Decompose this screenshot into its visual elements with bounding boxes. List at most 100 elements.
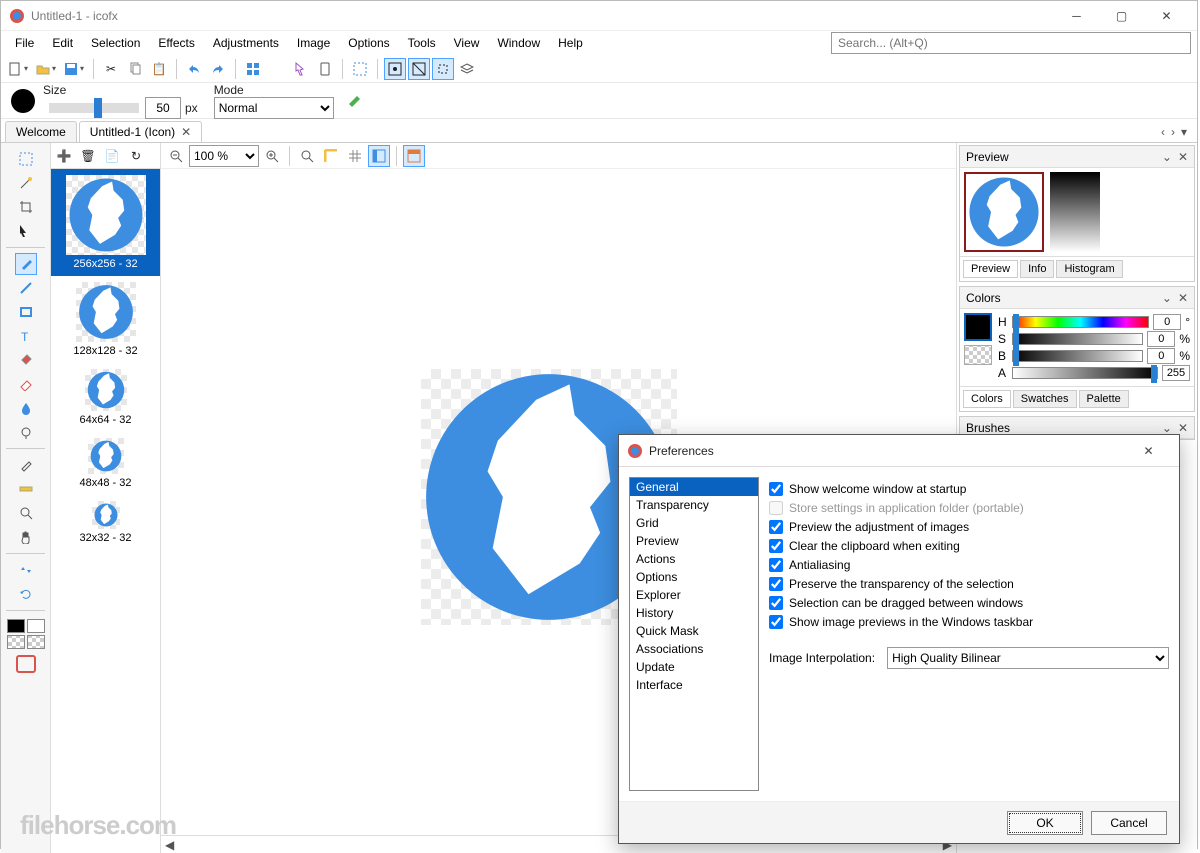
refresh-size-icon[interactable]: ↻ [125, 145, 147, 167]
thumb-item[interactable]: 64x64 - 32 [51, 363, 160, 432]
phone-icon[interactable] [314, 58, 336, 80]
opt-drag-win[interactable]: Selection can be dragged between windows [769, 596, 1169, 610]
tool-text[interactable]: T [15, 325, 37, 347]
panel-collapse-icon[interactable]: ⌄ [1162, 291, 1172, 305]
category-item[interactable]: Associations [630, 640, 758, 658]
alpha-input[interactable] [1162, 365, 1190, 381]
panel-close-icon[interactable]: ✕ [1178, 291, 1188, 305]
menu-view[interactable]: View [446, 34, 488, 52]
category-item[interactable]: Transparency [630, 496, 758, 514]
new-button[interactable] [5, 58, 31, 80]
save-button[interactable] [61, 58, 87, 80]
category-item[interactable]: Options [630, 568, 758, 586]
tool-wand[interactable] [15, 172, 37, 194]
opt-welcome[interactable]: Show welcome window at startup [769, 482, 1169, 496]
ok-button[interactable]: OK [1007, 811, 1083, 835]
thumb-item[interactable]: 32x32 - 32 [51, 495, 160, 550]
opt-preserve-trans[interactable]: Preserve the transparency of the selecti… [769, 577, 1169, 591]
tool-dodge[interactable] [15, 421, 37, 443]
tool-eyedropper[interactable] [15, 454, 37, 476]
layers-icon[interactable] [456, 58, 478, 80]
sat-slider[interactable] [1012, 333, 1143, 345]
opt-preview-adj[interactable]: Preview the adjustment of images [769, 520, 1169, 534]
panel-collapse-icon[interactable]: ⌄ [1162, 150, 1172, 164]
tool-ruler[interactable] [15, 478, 37, 500]
thumb-item[interactable]: 128x128 - 32 [51, 276, 160, 363]
open-button[interactable] [33, 58, 59, 80]
category-item[interactable]: Update [630, 658, 758, 676]
hue-input[interactable] [1153, 314, 1181, 330]
size-slider[interactable] [49, 103, 139, 113]
category-item[interactable]: Preview [630, 532, 758, 550]
cut-button[interactable]: ✂ [100, 58, 122, 80]
mask-icon[interactable] [408, 58, 430, 80]
category-item[interactable]: Explorer [630, 586, 758, 604]
tool-zoom[interactable] [15, 502, 37, 524]
panel-close-icon[interactable]: ✕ [1178, 421, 1188, 435]
cancel-button[interactable]: Cancel [1091, 811, 1167, 835]
category-item[interactable]: Quick Mask [630, 622, 758, 640]
zoom-out-icon[interactable] [165, 145, 187, 167]
thumb-item[interactable]: 256x256 - 32 [51, 169, 160, 276]
redo-button[interactable] [207, 58, 229, 80]
tab-next[interactable]: › [1171, 125, 1175, 139]
tool-marquee[interactable] [15, 148, 37, 170]
tab-document[interactable]: Untitled-1 (Icon)✕ [79, 121, 202, 142]
menu-window[interactable]: Window [489, 34, 548, 52]
maximize-button[interactable]: ▢ [1099, 1, 1144, 31]
panel-collapse-icon[interactable]: ⌄ [1162, 421, 1172, 435]
menu-effects[interactable]: Effects [150, 34, 202, 52]
swatch[interactable] [27, 619, 45, 633]
panel-close-icon[interactable]: ✕ [1178, 150, 1188, 164]
view-mode-2-icon[interactable] [403, 145, 425, 167]
tool-eraser[interactable] [15, 373, 37, 395]
opt-taskbar[interactable]: Show image previews in the Windows taskb… [769, 615, 1169, 629]
subtab-preview[interactable]: Preview [963, 260, 1018, 278]
subtab-swatches[interactable]: Swatches [1013, 390, 1077, 408]
dup-size-icon[interactable]: 📄 [101, 145, 123, 167]
dialog-close-button[interactable]: ✕ [1126, 436, 1171, 466]
subtab-info[interactable]: Info [1020, 260, 1054, 278]
apple-icon[interactable] [266, 58, 288, 80]
tool-fill[interactable] [15, 349, 37, 371]
swatch[interactable] [7, 619, 25, 633]
search-input[interactable] [831, 32, 1191, 54]
tab-welcome[interactable]: Welcome [5, 121, 77, 142]
opt-antialias[interactable]: Antialiasing [769, 558, 1169, 572]
windows-icon[interactable] [242, 58, 264, 80]
tab-menu[interactable]: ▾ [1181, 125, 1187, 139]
menu-selection[interactable]: Selection [83, 34, 148, 52]
view-mode-1-icon[interactable] [368, 145, 390, 167]
category-item[interactable]: Interface [630, 676, 758, 694]
tool-blur[interactable] [15, 397, 37, 419]
foreground-color[interactable] [964, 313, 992, 341]
category-item[interactable]: Grid [630, 514, 758, 532]
ruler-icon[interactable] [320, 145, 342, 167]
alpha-slider[interactable] [1012, 367, 1158, 379]
grid-icon[interactable] [344, 145, 366, 167]
guides-icon[interactable] [432, 58, 454, 80]
tool-rect[interactable] [15, 301, 37, 323]
menu-image[interactable]: Image [289, 34, 338, 52]
add-size-icon[interactable]: ➕ [53, 145, 75, 167]
minimize-button[interactable]: ─ [1054, 1, 1099, 31]
swatch[interactable] [27, 635, 45, 649]
opt-clear-clip[interactable]: Clear the clipboard when exiting [769, 539, 1169, 553]
tool-crop[interactable] [15, 196, 37, 218]
bri-input[interactable] [1147, 348, 1175, 364]
paste-button[interactable]: 📋 [148, 58, 170, 80]
size-input[interactable] [145, 97, 181, 119]
tool-line[interactable] [15, 277, 37, 299]
interp-select[interactable]: High Quality Bilinear [887, 647, 1169, 669]
tool-flip[interactable] [15, 559, 37, 581]
menu-adjustments[interactable]: Adjustments [205, 34, 287, 52]
background-color[interactable] [964, 345, 992, 365]
copy-button[interactable] [124, 58, 146, 80]
subtab-palette[interactable]: Palette [1079, 390, 1129, 408]
brush-extra-icon[interactable] [344, 90, 366, 112]
record-icon[interactable] [16, 655, 36, 673]
category-item[interactable]: General [630, 478, 758, 496]
subtab-histogram[interactable]: Histogram [1056, 260, 1122, 278]
thumb-item[interactable]: 48x48 - 32 [51, 432, 160, 495]
category-item[interactable]: History [630, 604, 758, 622]
